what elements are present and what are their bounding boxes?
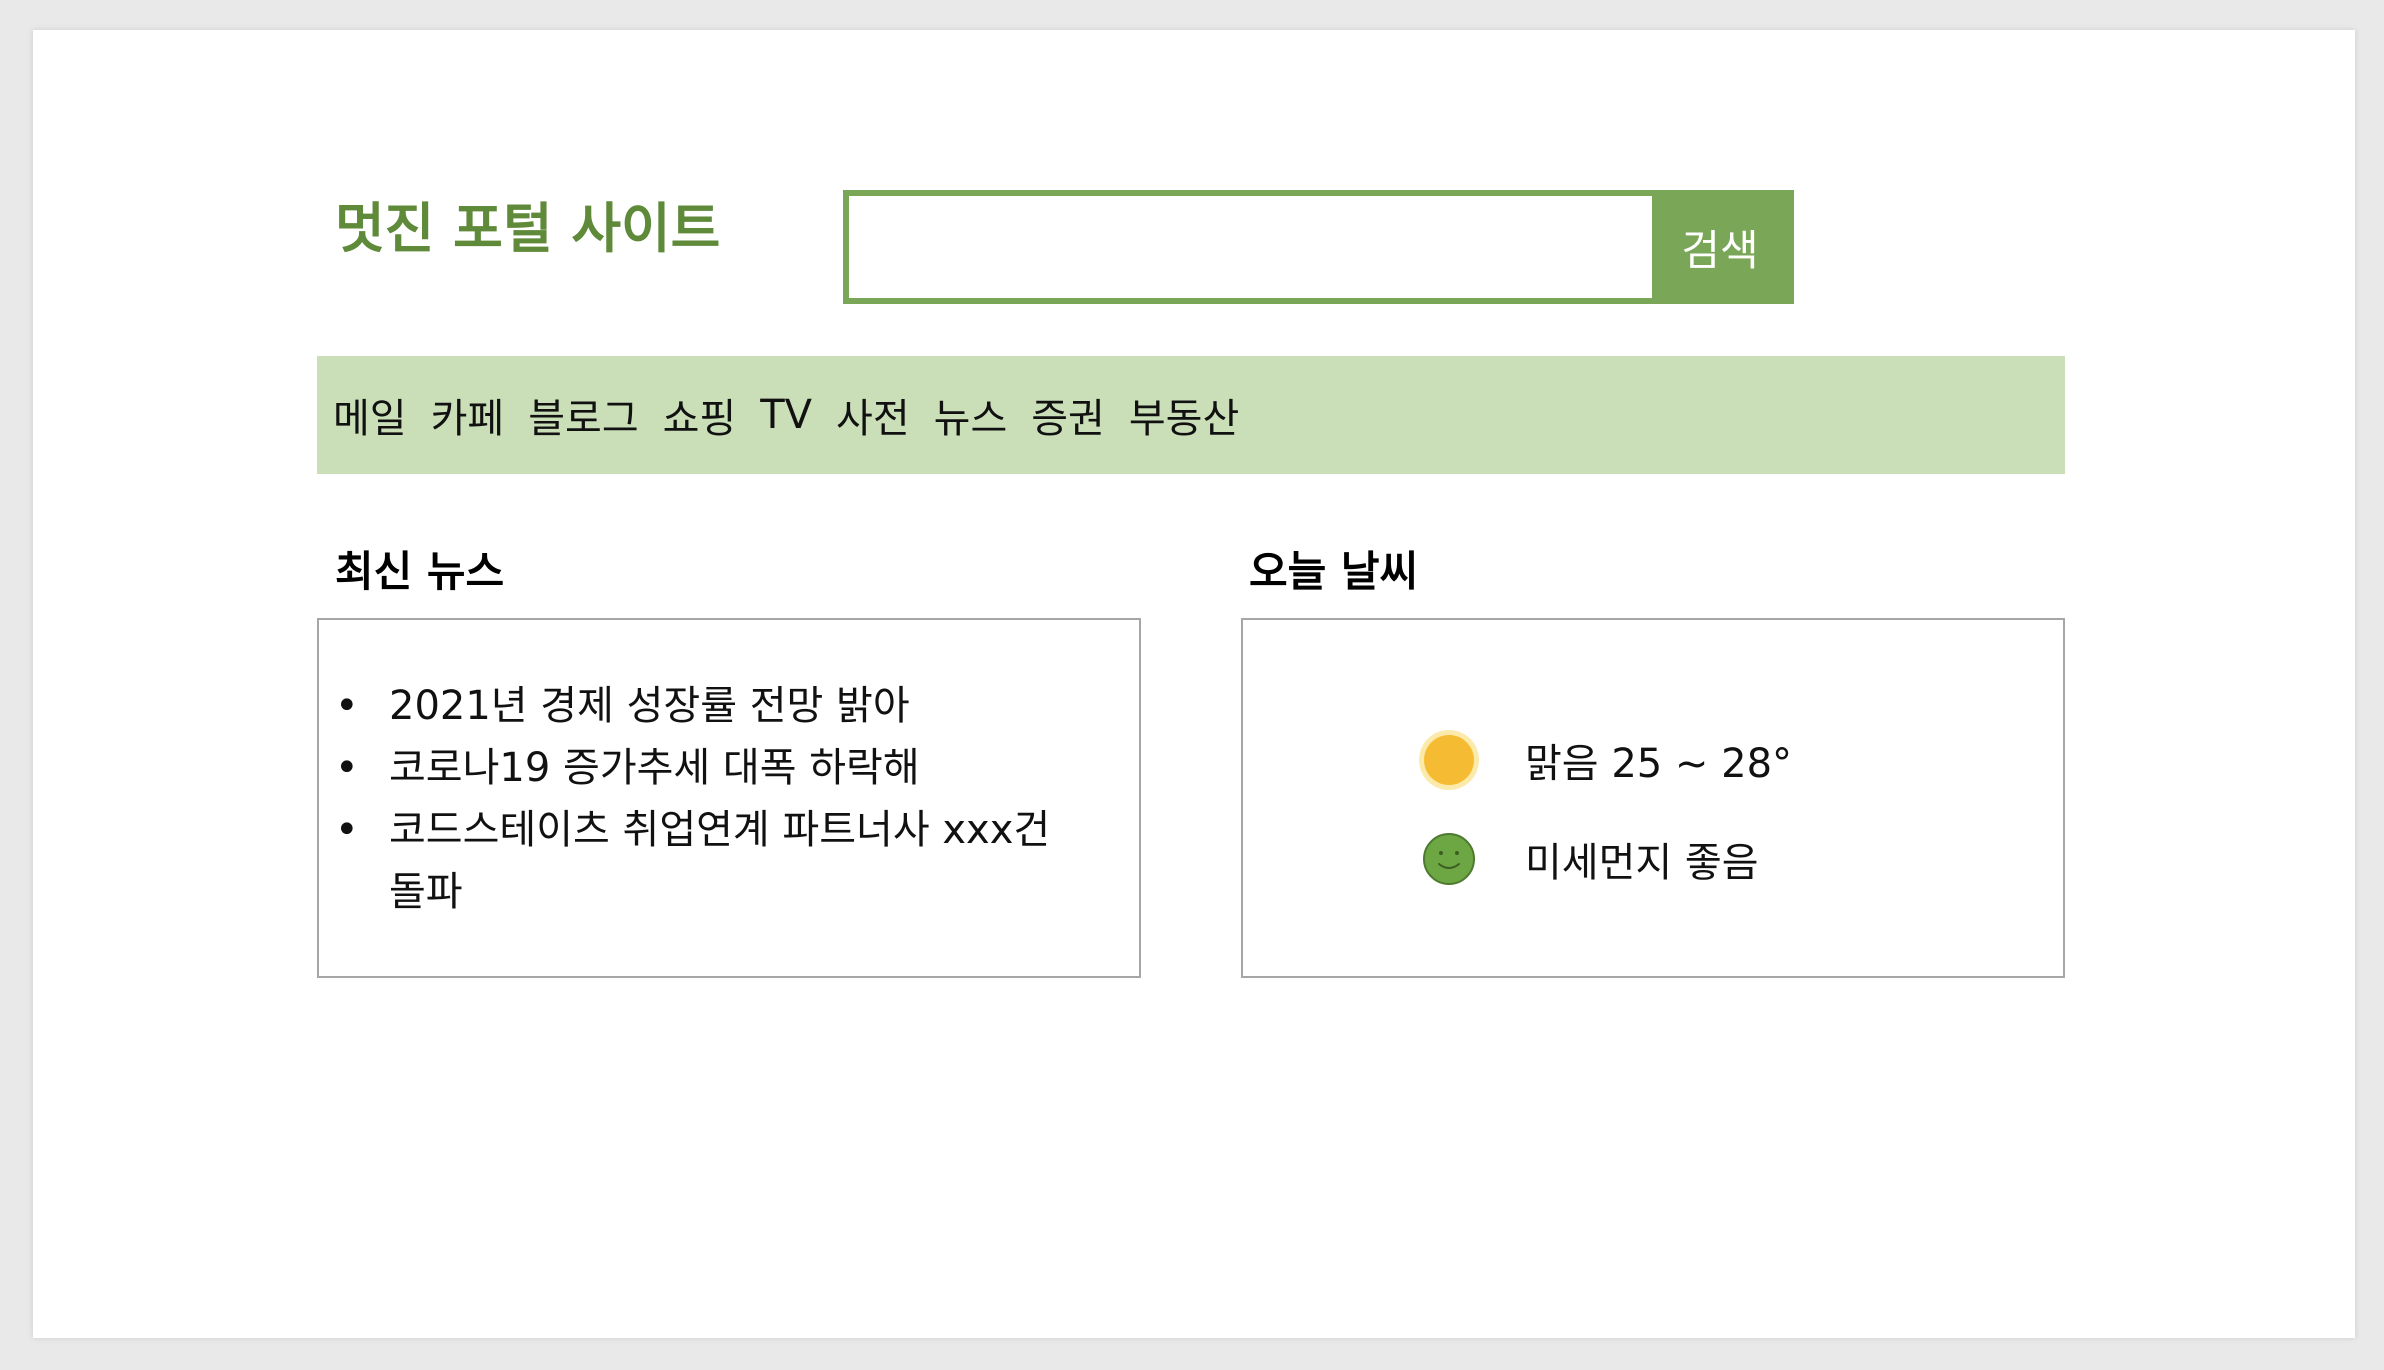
smiley-face-icon	[1423, 833, 1475, 885]
news-panel: • 2021년 경제 성장률 전망 밝아 • 코로나19 증가추세 대폭 하락해…	[317, 618, 1141, 978]
search-button[interactable]: 검색	[1652, 196, 1788, 298]
news-item[interactable]: • 2021년 경제 성장률 전망 밝아	[335, 675, 1095, 737]
nav-item-real-estate[interactable]: 부동산	[1129, 386, 1239, 444]
site-title: 멋진 포털 사이트	[335, 197, 721, 260]
nav-item-blog[interactable]: 블로그	[528, 386, 638, 444]
news-item-text: 2021년 경제 성장률 전망 밝아	[389, 683, 910, 729]
nav-item-mail[interactable]: 메일	[333, 386, 407, 444]
nav-item-dictionary[interactable]: 사전	[836, 386, 910, 444]
sun-icon	[1419, 730, 1479, 790]
nav-item-cafe[interactable]: 카페	[431, 386, 505, 444]
weather-condition-row: 맑음 25 ~ 28°	[1417, 728, 1792, 792]
nav-item-tv[interactable]: TV	[760, 392, 812, 438]
news-item[interactable]: • 코드스테이츠 취업연계 파트너사 xxx건 돌파	[335, 799, 1095, 923]
dust-row: 미세먼지 좋음	[1417, 830, 1759, 888]
bullet-icon: •	[335, 807, 359, 853]
nav-item-news[interactable]: 뉴스	[934, 386, 1008, 444]
news-section-title: 최신 뉴스	[335, 547, 505, 596]
bullet-icon: •	[335, 745, 359, 791]
weather-panel: 맑음 25 ~ 28° 미세먼지 좋음	[1241, 618, 2065, 978]
bullet-icon: •	[335, 683, 359, 729]
slide-canvas: 멋진 포털 사이트 검색 메일 카페 블로그 쇼핑 TV 사전 뉴스 증권 부동…	[33, 30, 2355, 1338]
news-list: • 2021년 경제 성장률 전망 밝아 • 코로나19 증가추세 대폭 하락해…	[335, 675, 1095, 923]
news-item[interactable]: • 코로나19 증가추세 대폭 하락해	[335, 737, 1095, 799]
nav-bar: 메일 카페 블로그 쇼핑 TV 사전 뉴스 증권 부동산	[317, 356, 2065, 474]
search-bar: 검색	[843, 190, 1794, 304]
weather-condition-text: 맑음 25 ~ 28°	[1525, 741, 1793, 787]
nav-item-shopping[interactable]: 쇼핑	[663, 386, 737, 444]
news-item-text: 코로나19 증가추세 대폭 하락해	[389, 745, 920, 791]
weather-section-title: 오늘 날씨	[1249, 547, 1419, 596]
search-input[interactable]	[849, 196, 1652, 298]
news-item-text: 코드스테이츠 취업연계 파트너사 xxx건 돌파	[389, 807, 1051, 915]
nav-item-stocks[interactable]: 증권	[1031, 386, 1105, 444]
dust-status-text: 미세먼지 좋음	[1525, 840, 1759, 886]
